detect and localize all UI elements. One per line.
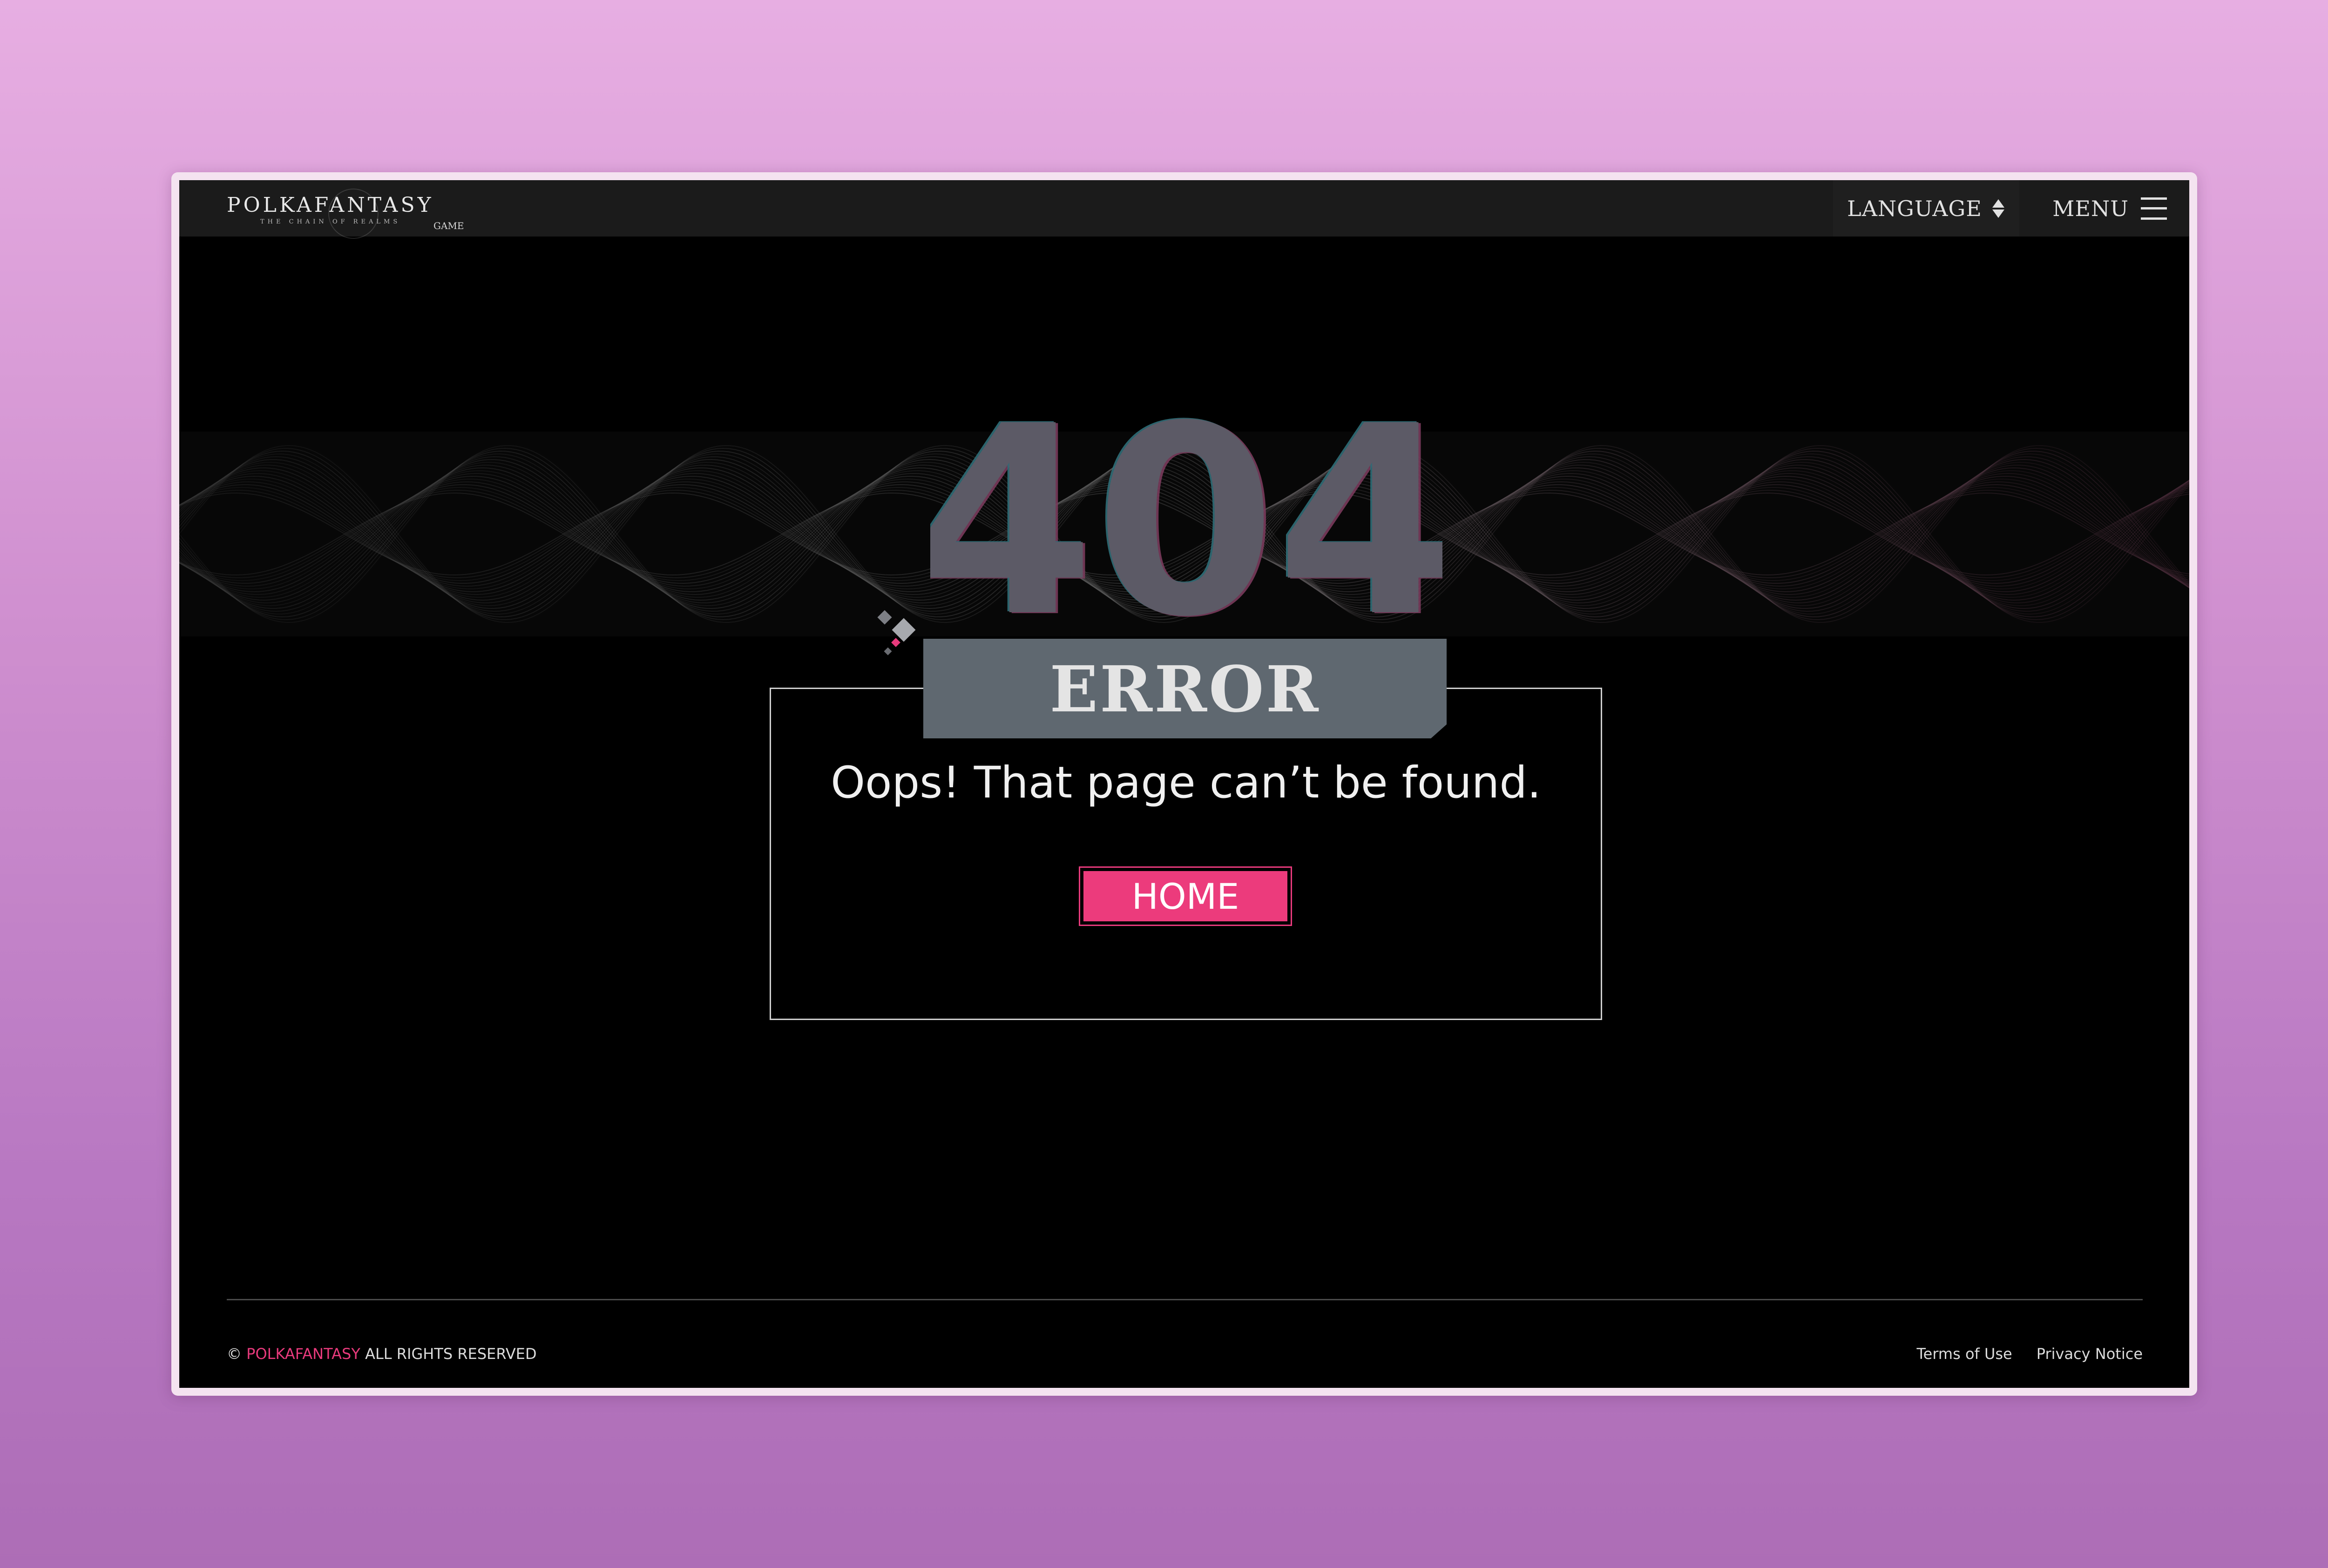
site-logo[interactable]: POLKAFANTASY THE CHAIN OF REALMS GAME bbox=[227, 189, 478, 239]
footer-links: Terms of Use Privacy Notice bbox=[1917, 1345, 2143, 1363]
error-code-404: 404 404 404 bbox=[930, 399, 1442, 641]
logo-game-label: GAME bbox=[433, 220, 464, 231]
terms-of-use-link[interactable]: Terms of Use bbox=[1917, 1345, 2012, 1363]
logo-title: POLKAFANTASY bbox=[227, 193, 434, 217]
error-banner: ERROR bbox=[923, 639, 1447, 738]
page-viewport: POLKAFANTASY THE CHAIN OF REALMS GAME LA… bbox=[179, 180, 2189, 1388]
svg-text:404: 404 bbox=[930, 399, 1442, 641]
error-title: ERROR bbox=[1049, 652, 1320, 727]
copyright-text: © POLKAFANTASY ALL RIGHTS RESERVED bbox=[227, 1345, 537, 1363]
menu-label: MENU bbox=[2052, 196, 2129, 221]
home-button-label: HOME bbox=[1083, 871, 1287, 921]
error-message: Oops! That page can’t be found. bbox=[831, 757, 1541, 808]
sort-arrows-icon bbox=[1992, 199, 2004, 218]
browser-frame: POLKAFANTASY THE CHAIN OF REALMS GAME LA… bbox=[171, 172, 2197, 1396]
footer-divider bbox=[227, 1299, 2143, 1300]
home-button[interactable]: HOME bbox=[1079, 866, 1292, 926]
top-navigation-bar: POLKAFANTASY THE CHAIN OF REALMS GAME LA… bbox=[179, 180, 2189, 239]
hamburger-icon bbox=[2141, 197, 2167, 220]
menu-button[interactable]: MENU bbox=[2052, 180, 2167, 237]
diamond-decoration bbox=[877, 610, 916, 656]
copyright-rights: ALL RIGHTS RESERVED bbox=[365, 1345, 537, 1363]
logo-tagline: THE CHAIN OF REALMS bbox=[260, 218, 401, 225]
copyright-brand: POLKAFANTASY bbox=[246, 1345, 360, 1363]
copyright-symbol: © bbox=[227, 1345, 242, 1363]
language-selector[interactable]: LANGUAGE bbox=[1833, 180, 2019, 237]
privacy-notice-link[interactable]: Privacy Notice bbox=[2037, 1345, 2143, 1363]
language-label: LANGUAGE bbox=[1847, 196, 1982, 221]
